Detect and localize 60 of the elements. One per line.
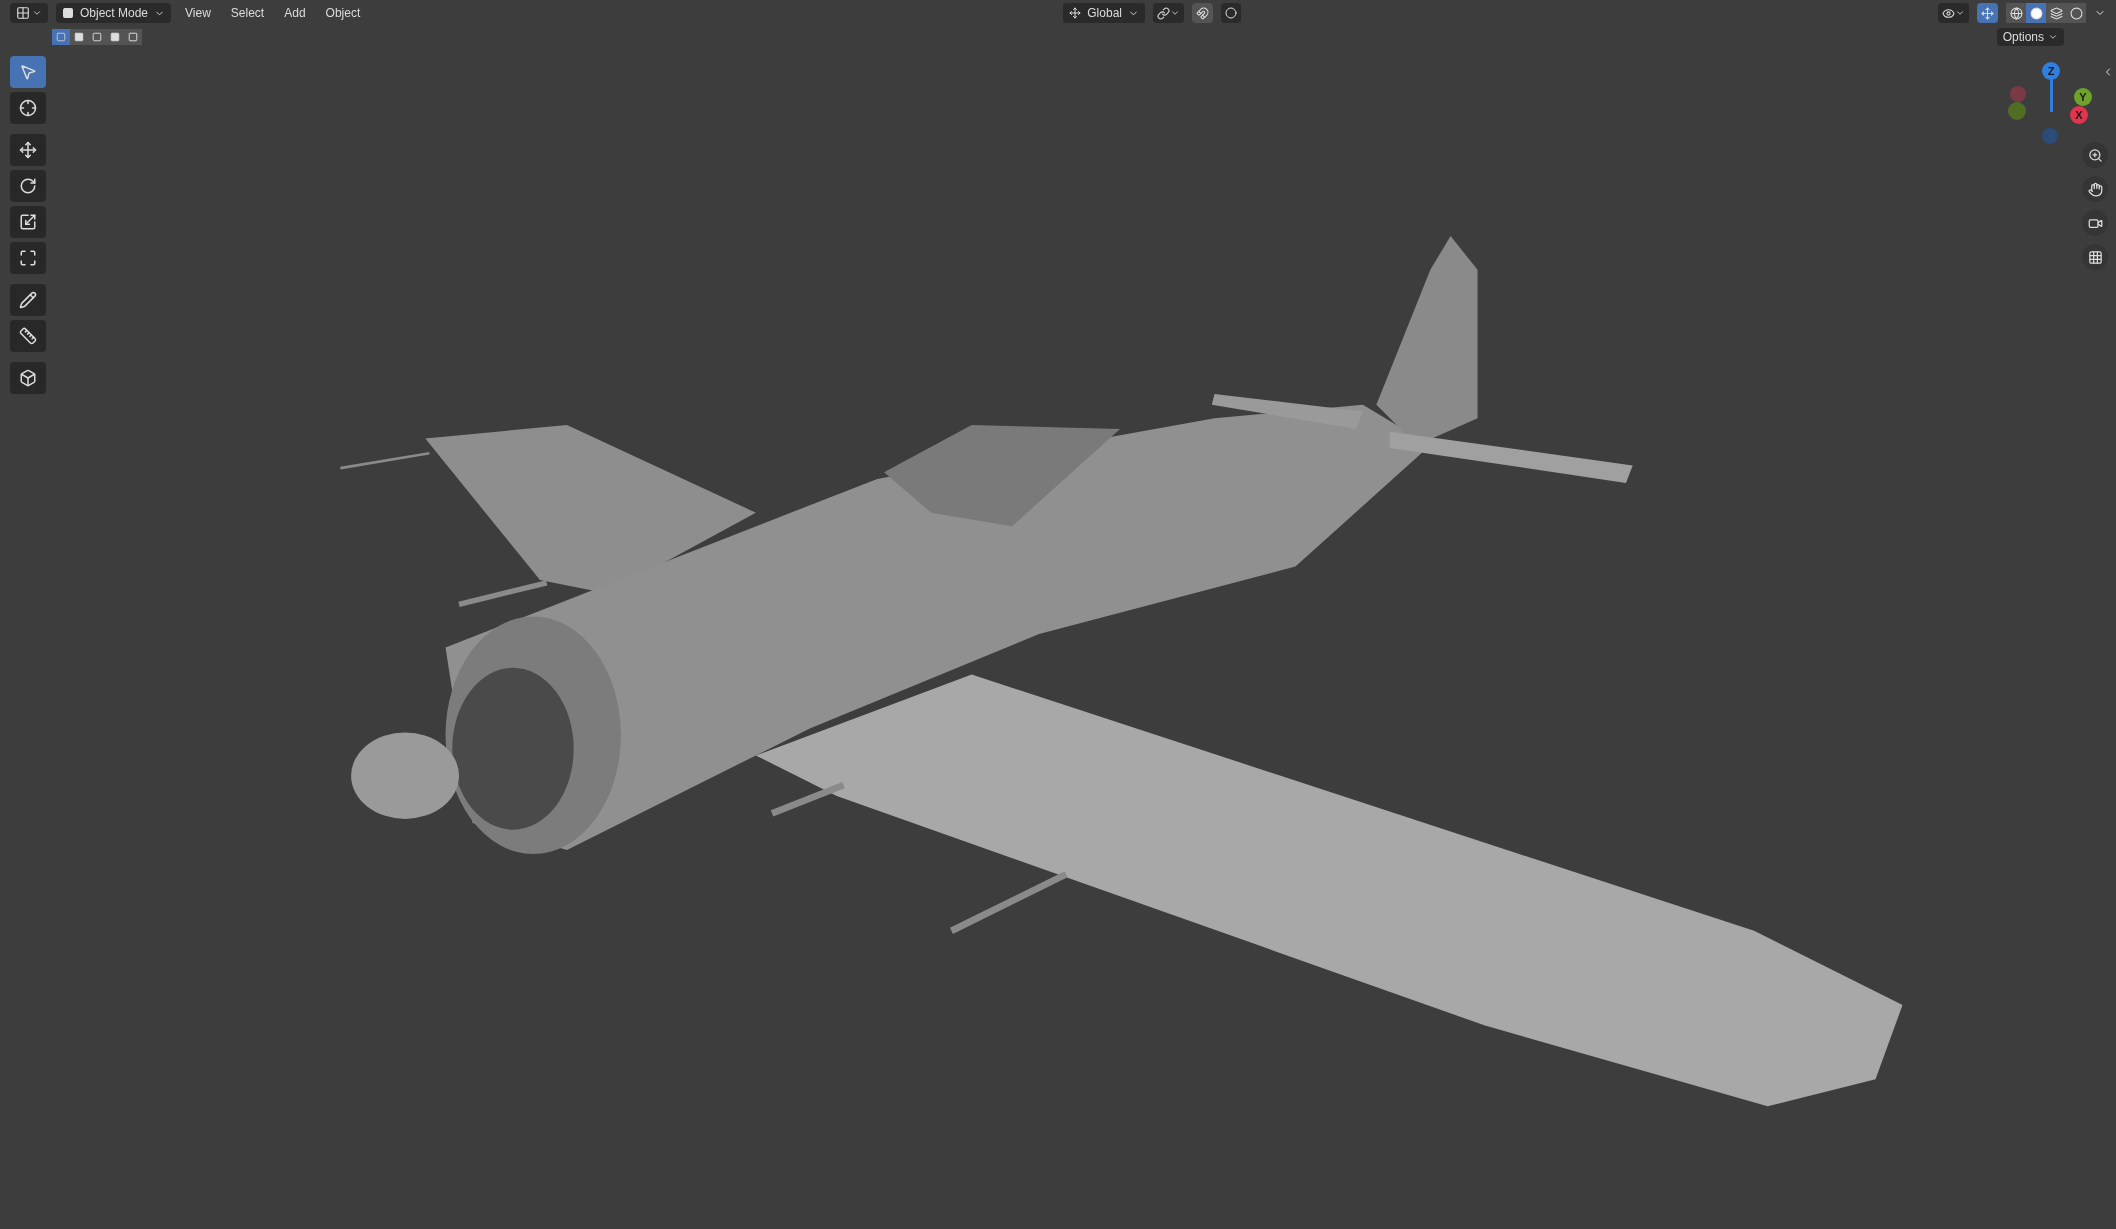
shading-mode-button[interactable] <box>2026 3 2046 23</box>
chevron-down-icon <box>1169 8 1180 18</box>
add-cube-icon <box>19 369 37 387</box>
arrows-icon <box>1981 6 1994 20</box>
navigation-gizmo[interactable]: Z Y X <box>2006 62 2096 144</box>
chevron-down-icon <box>32 8 42 18</box>
snap-toggle[interactable] <box>1191 3 1213 23</box>
menu-item[interactable]: Add <box>278 3 312 23</box>
options-dropdown[interactable]: Options <box>1996 28 2064 46</box>
magnifier-icon <box>2087 147 2103 163</box>
grid-icon <box>2087 249 2103 265</box>
hand-icon <box>2087 181 2103 197</box>
menu-item[interactable]: Object <box>319 3 367 23</box>
square-icon <box>56 32 66 42</box>
visibility-button[interactable] <box>1938 3 1969 23</box>
orientation-dropdown[interactable]: Global <box>1063 3 1145 23</box>
gizmo-toggle[interactable] <box>1977 3 1998 23</box>
pivot-button[interactable] <box>1152 3 1184 23</box>
shading-mode-button[interactable] <box>2046 3 2066 23</box>
editor-type-button[interactable] <box>10 3 48 23</box>
tool-button[interactable] <box>10 206 46 238</box>
select-icon <box>19 63 37 81</box>
square-icon <box>110 32 120 42</box>
eye-icon <box>1942 6 1955 20</box>
menu-item[interactable]: View <box>179 3 217 23</box>
magnet-icon <box>1195 6 1209 20</box>
proportional-edit-button[interactable] <box>1220 3 1241 23</box>
tool-button[interactable] <box>10 362 46 394</box>
square-icon <box>74 32 84 42</box>
selection-mode-button[interactable] <box>124 29 142 45</box>
axis-label[interactable]: X <box>2070 106 2088 124</box>
zoom-button[interactable] <box>2082 142 2108 168</box>
move-icon <box>19 141 37 159</box>
square-icon <box>128 32 138 42</box>
pan-button[interactable] <box>2082 176 2108 202</box>
scale-icon <box>19 213 37 231</box>
square-icon <box>62 7 74 19</box>
camera-view-button[interactable] <box>2082 210 2108 236</box>
tool-button[interactable] <box>10 134 46 166</box>
square-icon <box>92 32 102 42</box>
mode-dropdown[interactable]: Object Mode <box>56 3 172 23</box>
shading-mode-button[interactable] <box>2006 3 2026 23</box>
projection-button[interactable] <box>2082 244 2108 270</box>
tool-button[interactable] <box>10 320 46 352</box>
grid-icon <box>16 6 30 20</box>
cursor-icon <box>19 99 37 117</box>
chevron-down-icon <box>2048 32 2058 42</box>
selection-mode-button[interactable] <box>70 29 88 45</box>
shading-mode-button[interactable] <box>2066 3 2086 23</box>
link-icon <box>1156 6 1170 20</box>
menu-item[interactable]: Select <box>224 3 271 23</box>
tool-button[interactable] <box>10 242 46 274</box>
circle-icon <box>1224 7 1237 19</box>
tool-button[interactable] <box>10 284 46 316</box>
tool-button[interactable] <box>10 170 46 202</box>
tool-button[interactable] <box>10 92 46 124</box>
rotate-icon <box>19 177 37 195</box>
chevron-down-icon <box>1955 8 1965 18</box>
axis-label[interactable]: Y <box>2074 88 2092 106</box>
axis-label[interactable]: Z <box>2042 62 2060 80</box>
